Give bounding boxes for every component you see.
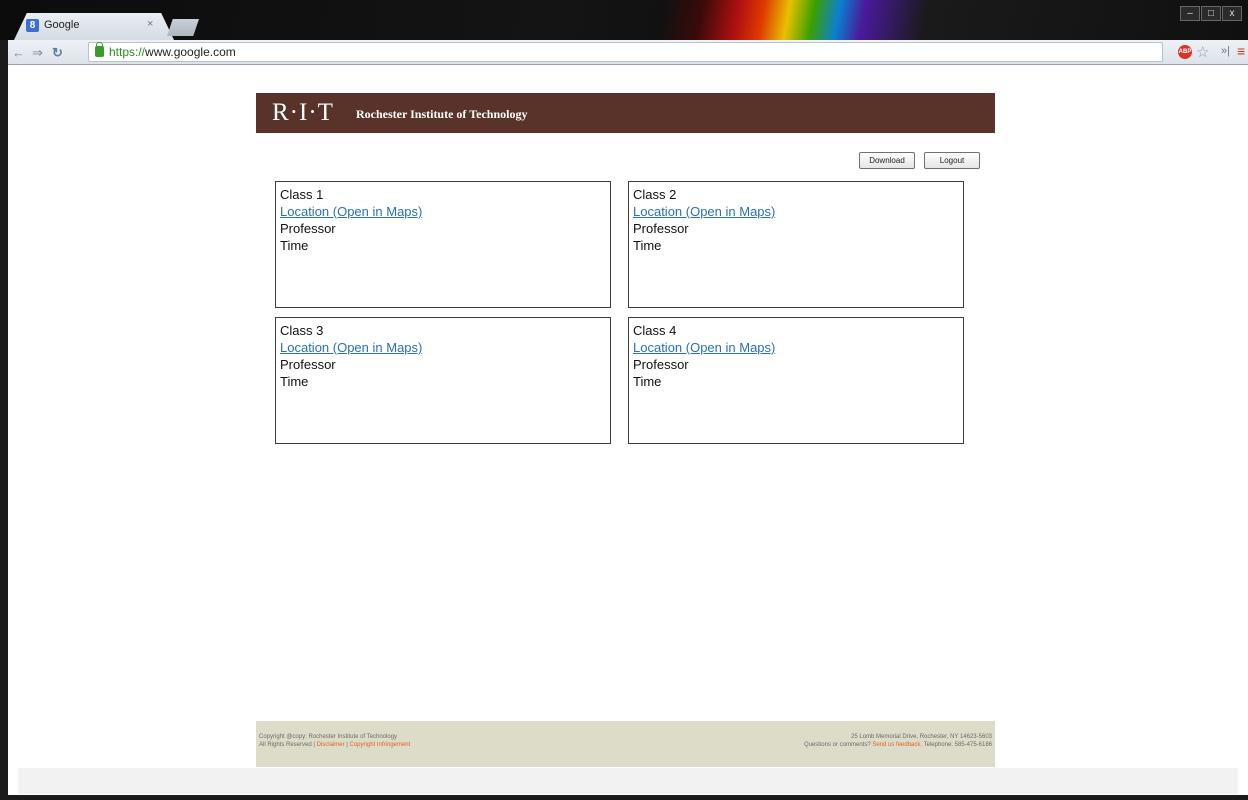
close-window-button[interactable]: x: [1222, 6, 1242, 21]
class-time: Time: [633, 238, 662, 253]
google-favicon-icon: 8: [26, 19, 39, 32]
location-link[interactable]: Location (Open in Maps): [633, 203, 959, 220]
class-card-4: Class 4 Location (Open in Maps) Professo…: [628, 317, 964, 444]
bookmark-star-icon[interactable]: ☆: [1196, 43, 1209, 61]
copyright-text: Copyright @copy; Rochester Institute of …: [259, 734, 398, 740]
class-professor: Professor: [633, 221, 689, 236]
location-link[interactable]: Location (Open in Maps): [633, 339, 959, 356]
url-scheme: https://: [109, 45, 146, 59]
reload-icon[interactable]: ↻: [52, 45, 63, 61]
class-professor: Professor: [280, 357, 336, 372]
class-time: Time: [280, 238, 309, 253]
address-bar[interactable]: [88, 42, 1163, 62]
class-card-1: Class 1 Location (Open in Maps) Professo…: [275, 181, 611, 308]
forward-arrow-icon[interactable]: ⇒: [32, 45, 43, 61]
logout-button[interactable]: Logout: [924, 152, 980, 169]
class-card-2: Class 2 Location (Open in Maps) Professo…: [628, 181, 964, 308]
disclaimer-link[interactable]: Disclaimer: [317, 742, 345, 748]
browser-toolbar: ← ⇒ ↻ https://www.google.com ABP ☆ »| ≡: [8, 40, 1248, 65]
class-name: Class 3: [280, 323, 324, 338]
class-name: Class 1: [280, 187, 324, 202]
url-host: www.google.com: [145, 45, 236, 59]
telephone-text: Telephone: 585-475-6186: [923, 742, 992, 748]
class-name: Class 4: [633, 323, 677, 338]
site-footer: Copyright @copy; Rochester Institute of …: [256, 721, 995, 767]
copyright-infringement-link[interactable]: Copyright Infringement: [350, 742, 411, 748]
tab-title: Google: [44, 19, 80, 31]
extension-icon[interactable]: »|: [1221, 45, 1230, 57]
rit-logo[interactable]: R·I·T: [272, 99, 334, 127]
feedback-link[interactable]: Send us feedback.: [872, 742, 922, 748]
minimize-button[interactable]: –: [1180, 6, 1200, 21]
adblock-icon[interactable]: ABP: [1178, 45, 1192, 59]
footer-right: 25 Lomb Memorial Drive, Rochester, NY 14…: [804, 733, 992, 749]
contact-line: Questions or comments? Send us feedback.…: [804, 741, 992, 749]
questions-text: Questions or comments?: [803, 742, 871, 748]
browser-window: 8 Google × – □ x ← ⇒ ↻ https://www.googl…: [0, 0, 1248, 800]
location-link[interactable]: Location (Open in Maps): [280, 203, 606, 220]
footer-left: Copyright @copy; Rochester Institute of …: [259, 733, 410, 749]
tab-close-icon[interactable]: ×: [147, 18, 153, 30]
institute-name: Rochester Institute of Technology: [356, 107, 528, 121]
footer-separator: |: [346, 742, 348, 748]
maximize-button[interactable]: □: [1201, 6, 1221, 21]
class-professor: Professor: [280, 221, 336, 236]
url-text[interactable]: https://www.google.com: [109, 45, 236, 59]
window-controls: – □ x: [1180, 6, 1242, 21]
status-strip: [18, 768, 1238, 794]
location-link[interactable]: Location (Open in Maps): [280, 339, 606, 356]
class-time: Time: [280, 374, 309, 389]
back-arrow-icon[interactable]: ←: [12, 45, 25, 60]
rights-text: All Rights Reserved |: [259, 742, 315, 748]
address-text: 25 Lomb Memorial Drive, Rochester, NY 14…: [851, 734, 992, 740]
rights-line: All Rights Reserved | Disclaimer | Copyr…: [259, 741, 410, 749]
class-name: Class 2: [633, 187, 677, 202]
class-time: Time: [633, 374, 662, 389]
download-button[interactable]: Download: [859, 152, 915, 169]
lock-icon: [95, 42, 104, 57]
site-header: R·I·T Rochester Institute of Technology: [256, 93, 995, 133]
class-professor: Professor: [633, 357, 689, 372]
class-card-3: Class 3 Location (Open in Maps) Professo…: [275, 317, 611, 444]
menu-icon[interactable]: ≡: [1237, 43, 1245, 59]
